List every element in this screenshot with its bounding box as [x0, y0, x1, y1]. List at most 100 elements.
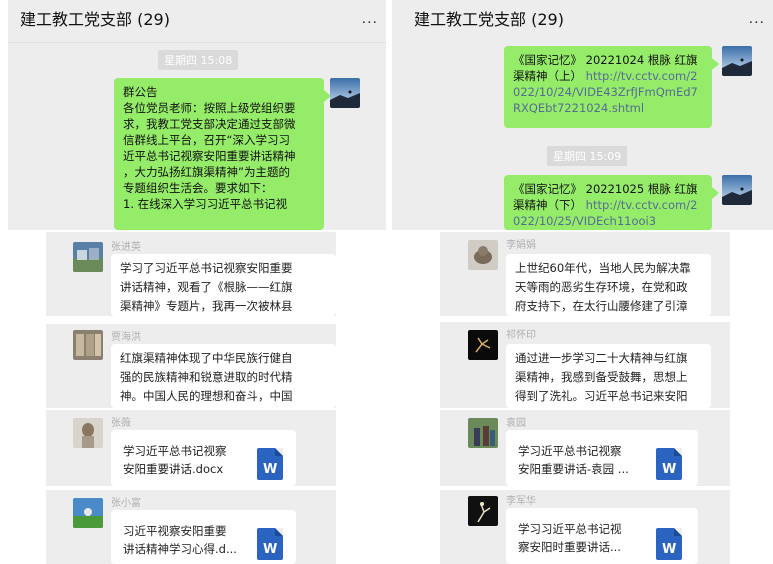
msg-text: 渠精神（上） — [513, 69, 586, 83]
file-name: 学习近平总书记视察 安阳重要讲话.docx — [123, 442, 243, 478]
chat-message-card: 袁园 学习近平总书记视察 安阳重要讲话-袁园 ... W — [440, 410, 730, 486]
msg-line: 渠精神》专题片，我再一次被林县 — [120, 299, 293, 313]
chat-title: 建工教工党支部 (29) — [414, 10, 564, 29]
word-doc-icon: W — [656, 528, 682, 560]
avatar[interactable] — [468, 330, 498, 360]
msg-line: 府支持下，在太行山腰修建了引漳 — [515, 299, 688, 313]
avatar[interactable] — [73, 242, 103, 272]
file-message[interactable]: 学习近平总书记视察 安阳重要讲话.docx W — [111, 430, 296, 486]
notice-line: 求，我教工党支部决定通过支部微 — [123, 117, 296, 131]
file-name: 学习习近平总书记视 察安阳时重要讲话... — [518, 520, 638, 556]
file-name: 学习近平总书记视察 安阳重要讲话-袁园 ... — [518, 442, 638, 478]
word-letter: W — [662, 542, 677, 557]
msg-text: 《国家记忆》 20221025 根脉 红旗 — [513, 182, 698, 196]
file-name-line: 习近平视察安阳重要 — [123, 524, 227, 538]
file-name-line: 学习近平总书记视察 — [518, 444, 622, 458]
chat-title: 建工教工党支部 (29) — [20, 10, 170, 29]
avatar[interactable] — [468, 240, 498, 270]
announcement-bubble[interactable]: 群公告 各位党员老师：按照上级党组织要 求，我教工党支部决定通过支部微 信群线上… — [114, 78, 324, 230]
msg-line: 红旗渠精神体现了中华民族行健自 — [120, 351, 293, 365]
avatar[interactable] — [722, 46, 752, 76]
file-name-line: 讲话精神学习心得.d... — [123, 542, 237, 556]
file-name-line: 安阳重要讲话-袁园 ... — [518, 462, 629, 476]
notice-line: 信群线上平台，召开“深入学习习 — [123, 133, 290, 147]
file-message[interactable]: 习近平视察安阳重要 讲话精神学习心得.d... W — [111, 510, 296, 564]
header-divider — [8, 42, 386, 43]
video-link[interactable]: http://tv.cctv.com/2 — [586, 69, 698, 83]
msg-line: 讲话精神，观看了《根脉——红旗 — [120, 280, 293, 294]
word-letter: W — [662, 462, 677, 477]
more-icon[interactable]: ... — [362, 10, 378, 28]
video-link[interactable]: http://tv.cctv.com/2 — [586, 198, 698, 212]
text-bubble[interactable]: 学习了习近平总书记视察安阳重要 讲话精神，观看了《根脉——红旗 渠精神》专题片，… — [111, 254, 336, 316]
sender-name: 祁怀印 — [506, 330, 536, 341]
notice-line: 近平总书记视察安阳重要讲话精神 — [123, 149, 296, 163]
file-name: 习近平视察安阳重要 讲话精神学习心得.d... — [123, 522, 243, 558]
video-link[interactable]: 022/10/24/VIDE43ZrfJFmQmEd7 — [513, 85, 698, 99]
avatar[interactable] — [73, 418, 103, 448]
notice-line: 群公告 — [123, 85, 158, 99]
sender-name: 贾海洪 — [111, 332, 141, 343]
msg-line: 学习了习近平总书记视察安阳重要 — [120, 261, 293, 275]
file-name-line: 安阳重要讲话.docx — [123, 462, 224, 476]
file-name-line: 学习习近平总书记视 — [518, 522, 622, 536]
avatar[interactable] — [722, 175, 752, 205]
sender-name: 李军华 — [506, 496, 536, 507]
text-bubble[interactable]: 红旗渠精神体现了中华民族行健自 强的民族精神和锐意进取的时代精 神。中国人民的理… — [111, 344, 336, 408]
chat-message-card: 李军华 学习习近平总书记视 察安阳时重要讲话... W — [440, 490, 730, 564]
word-doc-icon: W — [257, 448, 283, 480]
avatar[interactable] — [330, 78, 360, 108]
notice-line: 各位党员老师：按照上级党组织要 — [123, 101, 296, 115]
chat-window-right: 建工教工党支部 (29) ... 《国家记忆》 20221024 根脉 红旗 渠… — [392, 0, 773, 230]
chat-message-card: 祁怀印 通过进一步学习二十大精神与红旗 渠精神，我感到备受鼓舞，思想上 得到了洗… — [440, 322, 730, 408]
sender-name: 张薇 — [111, 418, 131, 429]
sender-name: 张小富 — [111, 498, 141, 509]
msg-line: 通过进一步学习二十大精神与红旗 — [515, 351, 688, 365]
msg-text: 《国家记忆》 20221024 根脉 红旗 — [513, 53, 698, 67]
msg-line: 天等雨的恶劣生存环境，在党和政 — [515, 280, 688, 294]
chat-window-left: 建工教工党支部 (29) ... 星期四 15:08 群公告 各位党员老师：按照… — [8, 0, 386, 230]
msg-line: 上世纪60年代，当地人民为解决靠 — [515, 261, 691, 275]
chat-message-card: 张小富 习近平视察安阳重要 讲话精神学习心得.d... W — [46, 490, 336, 564]
msg-line: 渠精神，我感到备受鼓舞，思想上 — [515, 370, 688, 384]
sender-name: 张进英 — [111, 242, 141, 253]
video-link-bubble[interactable]: 《国家记忆》 20221025 根脉 红旗 渠精神（下） http://tv.c… — [504, 175, 712, 230]
avatar[interactable] — [468, 418, 498, 448]
video-link[interactable]: 022/10/25/VIDEch11ooi3 — [513, 214, 656, 228]
chat-message-card: 张进英 学习了习近平总书记视察安阳重要 讲话精神，观看了《根脉——红旗 渠精神》… — [46, 232, 336, 316]
msg-line: 神。中国人民的理想和奋斗，中国 — [120, 389, 293, 403]
timestamp: 星期四 15:09 — [547, 146, 628, 166]
sender-name: 袁园 — [506, 418, 526, 429]
bubble-tail — [712, 58, 719, 70]
more-icon[interactable]: ... — [749, 10, 765, 28]
word-doc-icon: W — [257, 528, 283, 560]
chat-message-card: 李娟娟 上世纪60年代，当地人民为解决靠 天等雨的恶劣生存环境，在党和政 府支持… — [440, 232, 730, 316]
msg-line: 得到了洗礼。习近平总书记来安阳 — [515, 389, 688, 403]
file-message[interactable]: 学习习近平总书记视 察安阳时重要讲话... W — [506, 508, 698, 564]
word-letter: W — [263, 542, 278, 557]
file-name-line: 学习近平总书记视察 — [123, 444, 227, 458]
timestamp: 星期四 15:08 — [158, 50, 239, 70]
avatar[interactable] — [73, 498, 103, 528]
bubble-tail — [712, 187, 719, 199]
file-message[interactable]: 学习近平总书记视察 安阳重要讲话-袁园 ... W — [506, 430, 698, 486]
text-bubble[interactable]: 上世纪60年代，当地人民为解决靠 天等雨的恶劣生存环境，在党和政 府支持下，在太… — [506, 254, 711, 316]
notice-line: ，大力弘扬红旗渠精神”为主题的 — [123, 165, 290, 179]
video-link[interactable]: RXQEbt7221024.shtml — [513, 101, 644, 115]
avatar[interactable] — [73, 330, 103, 360]
word-letter: W — [263, 462, 278, 477]
chat-header: 建工教工党支部 (29) ... — [392, 0, 773, 36]
chat-message-card: 贾海洪 红旗渠精神体现了中华民族行健自 强的民族精神和锐意进取的时代精 神。中国… — [46, 324, 336, 408]
chat-message-card: 张薇 学习近平总书记视察 安阳重要讲话.docx W — [46, 410, 336, 486]
sender-name: 李娟娟 — [506, 240, 536, 251]
chat-header: 建工教工党支部 (29) ... — [8, 0, 386, 36]
notice-line: 1. 在线深入学习习近平总书记视 — [123, 197, 288, 211]
text-bubble[interactable]: 通过进一步学习二十大精神与红旗 渠精神，我感到备受鼓舞，思想上 得到了洗礼。习近… — [506, 344, 711, 408]
msg-text: 渠精神（下） — [513, 198, 586, 212]
msg-line: 强的民族精神和锐意进取的时代精 — [120, 370, 293, 384]
word-doc-icon: W — [656, 448, 682, 480]
avatar[interactable] — [468, 496, 498, 526]
video-link-bubble[interactable]: 《国家记忆》 20221024 根脉 红旗 渠精神（上） http://tv.c… — [504, 46, 712, 128]
file-name-line: 察安阳时重要讲话... — [518, 540, 621, 554]
notice-line: 专题组织生活会。要求如下： — [123, 181, 273, 195]
